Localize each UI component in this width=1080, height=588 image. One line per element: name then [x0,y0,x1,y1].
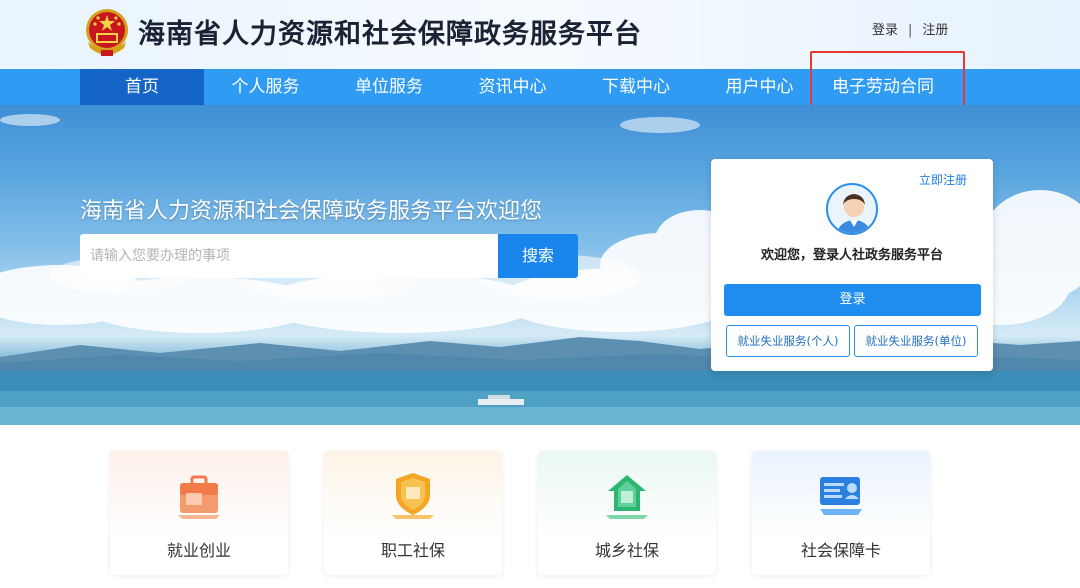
service-tile-label: 就业创业 [166,541,231,560]
register-link[interactable]: 注册 [922,23,948,38]
service-tile-label: 社会保障卡 [800,541,881,560]
nav-item-download-center[interactable]: 下载中心 [574,69,698,105]
service-tile-worker-insurance[interactable]: 职工社保 [324,451,502,575]
employment-service-unit-button[interactable]: 就业失业服务(单位) [854,325,978,357]
main-nav: 首页 个人服务 单位服务 资讯中心 下载中心 用户中心 电子劳动合同 [0,69,1080,105]
service-tile-employment[interactable]: 就业创业 [110,451,288,575]
social-security-card-icon [820,477,862,515]
employment-briefcase-icon [178,475,220,519]
search-box: 搜索 [80,234,578,278]
register-now-link[interactable]: 立即注册 [919,171,967,188]
nav-item-unit-service[interactable]: 单位服务 [327,69,451,105]
login-link[interactable]: 登录 [872,23,898,38]
user-avatar-icon [826,183,878,235]
search-button[interactable]: 搜索 [498,234,578,278]
auth-separator: | [908,23,913,38]
nav-item-home[interactable]: 首页 [80,69,204,105]
service-tile-rural-insurance[interactable]: 城乡社保 [538,451,716,575]
national-emblem-icon [86,9,128,56]
site-header: 海南省人力资源和社会保障政务服务平台 登录 | 注册 [0,0,1080,69]
nav-item-news-center[interactable]: 资讯中心 [451,69,574,105]
welcome-heading: 海南省人力资源和社会保障政务服务平台欢迎您 [80,199,543,224]
rural-insurance-house-icon [606,475,648,519]
service-tile-label: 职工社保 [380,541,445,560]
site-title: 海南省人力资源和社会保障政务服务平台 [138,19,642,50]
nav-item-user-center[interactable]: 用户中心 [698,69,821,105]
search-input[interactable] [80,234,498,278]
nav-item-e-labor-contract[interactable]: 电子劳动合同 [821,69,945,105]
service-tile-social-security-card[interactable]: 社会保障卡 [752,451,930,575]
login-button[interactable]: 登录 [724,284,981,316]
auth-links: 登录 | 注册 [872,19,948,38]
employment-service-personal-button[interactable]: 就业失业服务(个人) [726,325,850,357]
login-card-welcome: 欢迎您，登录人社政务服务平台 [760,248,943,263]
login-card: 立即注册 欢迎您，登录人社政务服务平台 登录 就业失业服务(个人) 就业失业服务… [711,159,993,371]
service-tile-label: 城乡社保 [594,541,659,560]
nav-item-personal-service[interactable]: 个人服务 [204,69,327,105]
worker-insurance-shield-icon [392,473,434,519]
